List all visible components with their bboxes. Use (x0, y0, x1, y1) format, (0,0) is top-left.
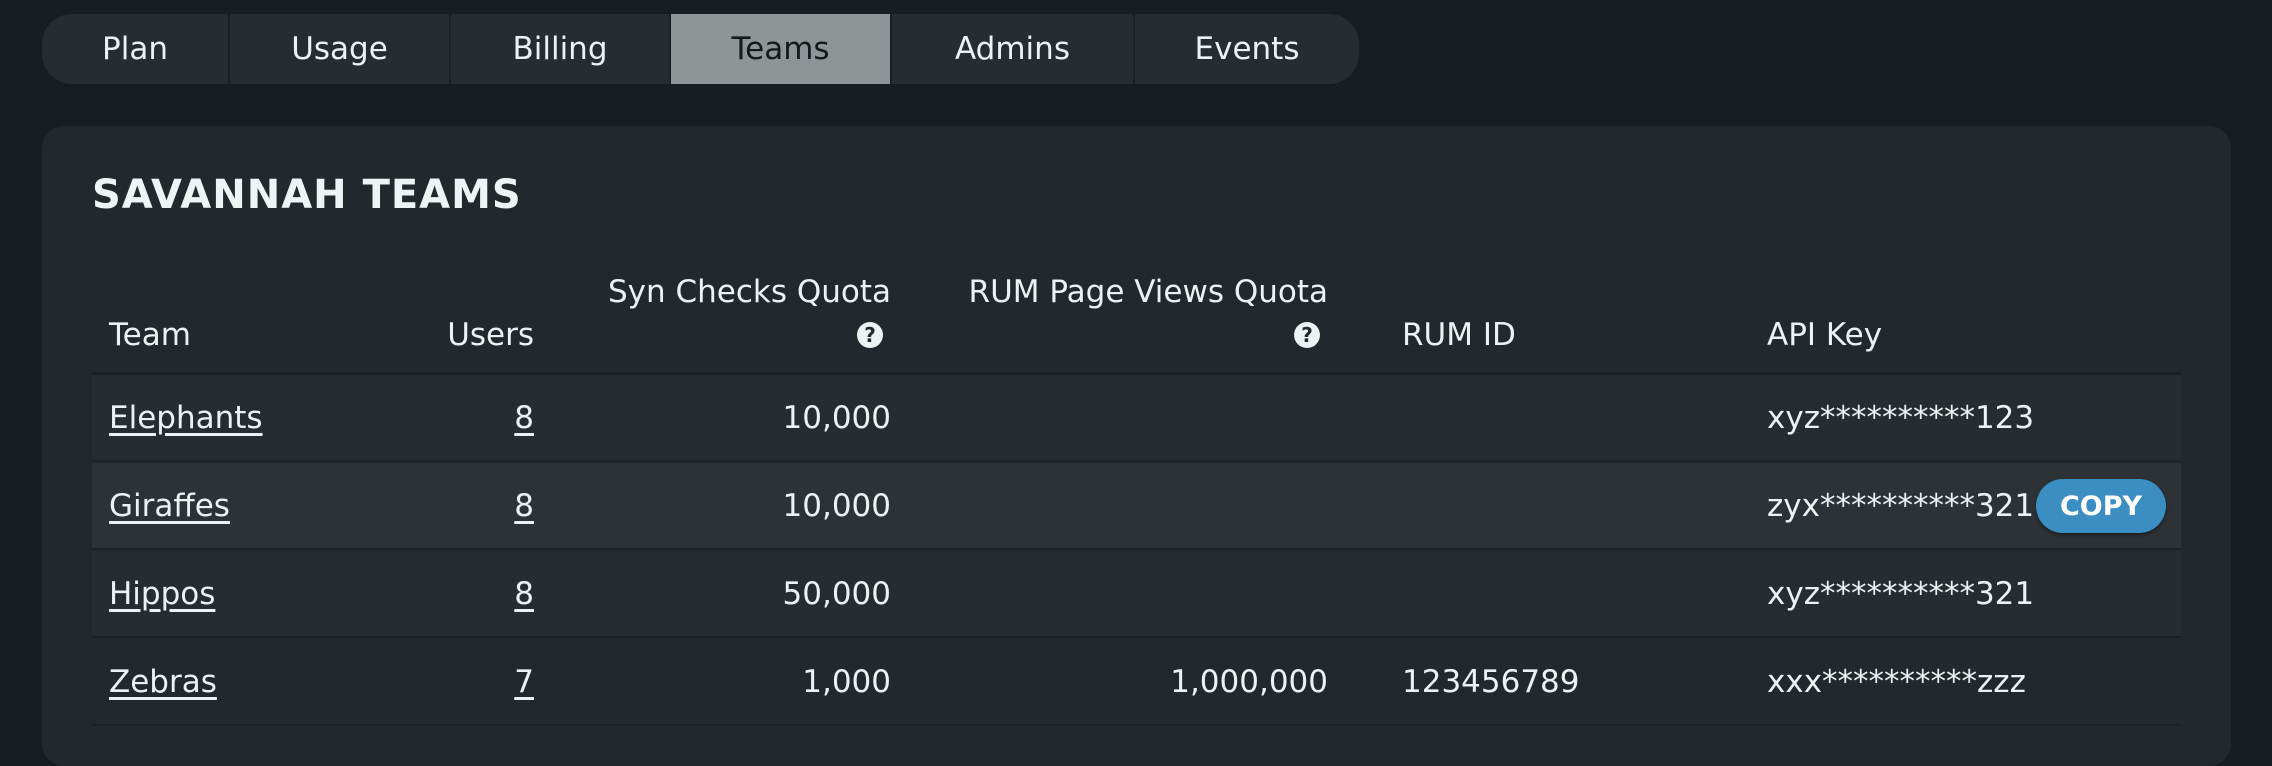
copy-api-key-button[interactable]: COPY (2036, 479, 2166, 533)
api-key-value: zyx**********321 (1767, 487, 2035, 524)
syn-checks-quota-value: 10,000 (782, 487, 891, 524)
table-row: Giraffes 8 10,000 zyx**********321 COPY (92, 463, 2181, 550)
users-count-link[interactable]: 8 (514, 488, 534, 524)
api-key-value: xyz**********321 (1767, 575, 2035, 612)
header-rum-page-views-quota: RUM Page Views Quota (968, 274, 1328, 310)
team-link[interactable]: Giraffes (109, 488, 230, 524)
rum-quota-value (942, 551, 1328, 636)
users-count-link[interactable]: 8 (514, 576, 534, 612)
syn-checks-help-icon[interactable]: ? (857, 322, 883, 348)
rum-id-value: 123456789 (1402, 663, 1580, 700)
users-count-link[interactable]: 8 (514, 400, 534, 436)
team-link[interactable]: Elephants (109, 400, 263, 436)
tab-teams[interactable]: Teams (671, 14, 892, 84)
rum-quota-value: 1,000,000 (1170, 663, 1328, 700)
page-title: SAVANNAH TEAMS (92, 172, 522, 218)
syn-checks-quota-value: 1,000 (802, 663, 891, 700)
rum-id-value (1402, 463, 1702, 548)
tab-admins[interactable]: Admins (892, 14, 1135, 84)
api-key-value: xyz**********123 (1767, 399, 2035, 436)
header-rum-id: RUM ID (1402, 317, 1516, 353)
tab-usage[interactable]: Usage (230, 14, 451, 84)
syn-checks-quota-value: 10,000 (782, 399, 891, 436)
team-link[interactable]: Zebras (109, 664, 217, 700)
header-team: Team (109, 317, 191, 353)
header-users: Users (447, 317, 534, 353)
rum-quota-help-icon[interactable]: ? (1294, 322, 1320, 348)
api-key-value: xxx**********zzz (1767, 663, 2026, 700)
syn-checks-quota-value: 50,000 (782, 575, 891, 612)
rum-id-value (1402, 375, 1702, 460)
rum-quota-value (942, 375, 1328, 460)
users-count-link[interactable]: 7 (514, 664, 534, 700)
tab-billing[interactable]: Billing (451, 14, 671, 84)
team-link[interactable]: Hippos (109, 576, 215, 612)
header-syn-checks-quota: Syn Checks Quota (607, 274, 891, 310)
header-api-key: API Key (1767, 317, 1883, 353)
table-row: Hippos 8 50,000 xyz**********321 (92, 551, 2181, 638)
tab-events[interactable]: Events (1135, 14, 1359, 84)
table-row: Elephants 8 10,000 xyz**********123 (92, 375, 2181, 462)
table-row: Zebras 7 1,000 1,000,000 123456789 xxx**… (92, 639, 2181, 726)
tab-plan[interactable]: Plan (42, 14, 230, 84)
rum-id-value (1402, 551, 1702, 636)
rum-quota-value (942, 463, 1328, 548)
tab-bar: Plan Usage Billing Teams Admins Events (42, 14, 1359, 84)
